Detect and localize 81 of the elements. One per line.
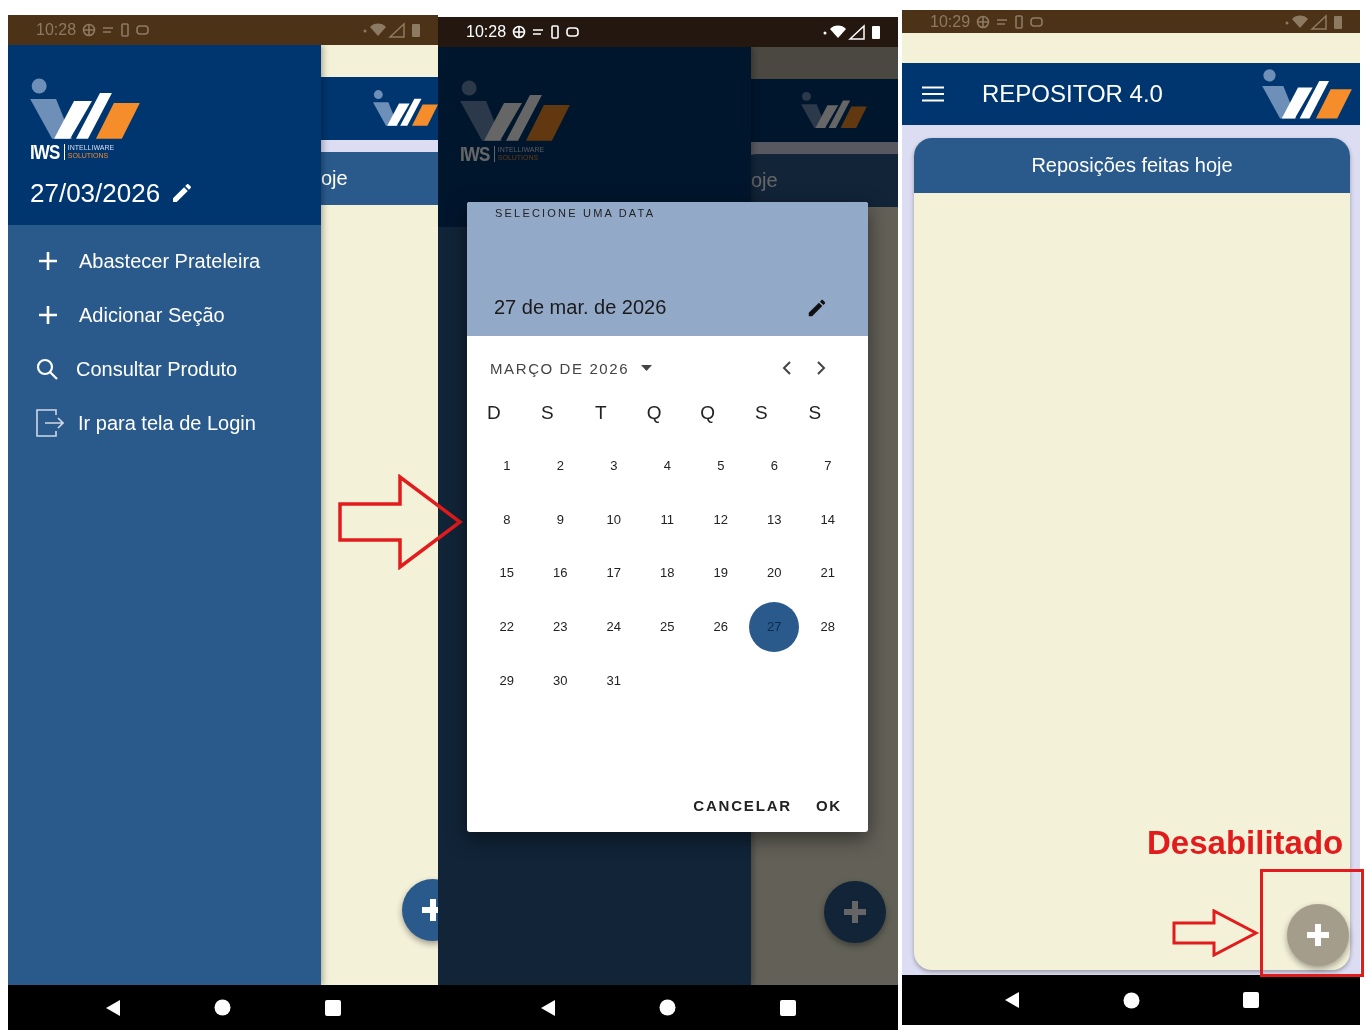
calendar-day[interactable]: 23 xyxy=(535,601,586,652)
logo-mark-icon xyxy=(30,77,140,141)
calendar-day[interactable]: 9 xyxy=(535,494,586,545)
weekday-label: S xyxy=(807,402,823,424)
chevron-right-icon[interactable] xyxy=(816,361,826,375)
calendar-day[interactable]: 26 xyxy=(695,601,746,652)
logo-mark-icon xyxy=(373,89,438,128)
status-time: 10:28 xyxy=(466,23,507,41)
logout-icon xyxy=(36,409,64,437)
plus-icon xyxy=(39,306,57,324)
menu-item[interactable]: Ir para tela de Login xyxy=(8,396,321,450)
recents-button[interactable] xyxy=(325,999,342,1016)
calendar-day[interactable]: 1 xyxy=(481,440,532,491)
dialog-title: SELECIONE UMA DATA xyxy=(495,207,657,219)
brand-name: IWS xyxy=(30,140,60,164)
calendar-day[interactable]: 19 xyxy=(695,548,746,598)
home-button[interactable] xyxy=(1122,991,1140,1009)
calendar-day[interactable]: 12 xyxy=(695,494,746,545)
chevron-left-icon[interactable] xyxy=(782,361,792,375)
plus-icon xyxy=(39,252,57,270)
calendar-day[interactable]: 2 xyxy=(535,440,586,491)
weekday-label: Q xyxy=(699,402,717,424)
annotation-label: Desabilitado xyxy=(1147,824,1344,862)
dialog-button[interactable]: OK xyxy=(807,789,850,822)
recents-button[interactable] xyxy=(1242,992,1259,1008)
calendar-day[interactable]: 7 xyxy=(802,440,853,491)
calendar-day[interactable]: 15 xyxy=(481,548,532,598)
menu-item[interactable]: Adicionar Seção xyxy=(8,288,321,342)
calendar-day[interactable]: 20 xyxy=(749,548,800,598)
caret-icon[interactable] xyxy=(641,364,654,372)
calendar-day[interactable]: 25 xyxy=(642,601,693,652)
calendar-day[interactable]: 17 xyxy=(588,548,639,598)
recents-button[interactable] xyxy=(780,999,797,1016)
weekday-label: T xyxy=(593,402,608,424)
calendar-day[interactable]: 29 xyxy=(481,655,532,706)
calendar-day[interactable]: 30 xyxy=(535,655,586,706)
brand-name: IWS xyxy=(460,142,490,166)
calendar-day[interactable]: 21 xyxy=(802,548,853,598)
weekday-label: Q xyxy=(645,402,663,424)
calendar-day[interactable]: 10 xyxy=(588,494,639,545)
calendar-day[interactable]: 16 xyxy=(535,548,586,598)
menu-button[interactable] xyxy=(922,86,944,102)
menu-item[interactable]: Abastecer Prateleira xyxy=(8,234,321,288)
selected-date: 27/03/2026 xyxy=(30,177,161,209)
calendar-day[interactable]: 3 xyxy=(588,440,639,491)
card-title: Reposições feitas hoje xyxy=(1031,154,1233,177)
plus-icon xyxy=(842,899,868,925)
calendar-day[interactable]: 14 xyxy=(802,494,853,545)
home-button[interactable] xyxy=(659,999,677,1016)
logo-mark-icon xyxy=(1262,67,1352,121)
back-button[interactable] xyxy=(539,998,556,1017)
logo-mark-icon xyxy=(460,79,570,143)
calendar-day[interactable]: 8 xyxy=(481,494,532,545)
calendar-day[interactable]: 4 xyxy=(642,440,693,491)
weekday-label: D xyxy=(485,402,502,424)
selected-date: 27 de mar. de 2026 xyxy=(494,296,667,319)
calendar-day[interactable]: 22 xyxy=(481,601,532,652)
app-title: REPOSITOR 4.0 xyxy=(982,80,1164,108)
home-button[interactable] xyxy=(214,999,232,1016)
weekday-label: S xyxy=(539,402,555,424)
logo-mark-icon xyxy=(801,91,867,130)
dialog-button[interactable]: CANCELAR xyxy=(685,789,800,822)
status-time: 10:29 xyxy=(930,12,971,31)
status-time: 10:28 xyxy=(36,21,77,39)
back-button[interactable] xyxy=(1003,991,1020,1009)
plus-icon xyxy=(1305,922,1331,948)
calendar-day[interactable]: 28 xyxy=(802,601,853,652)
calendar-day[interactable]: 5 xyxy=(695,440,746,491)
calendar-day[interactable]: 13 xyxy=(749,494,800,545)
month-selector[interactable]: MARÇO DE 2026 xyxy=(490,359,630,377)
calendar-day[interactable]: 18 xyxy=(642,548,693,598)
calendar-day[interactable]: 31 xyxy=(588,655,639,706)
calendar-day[interactable]: 6 xyxy=(749,440,800,491)
card-title: oje xyxy=(321,167,348,190)
back-button[interactable] xyxy=(104,998,121,1017)
search-icon xyxy=(36,358,58,380)
calendar-day[interactable]: 11 xyxy=(642,494,693,545)
card-title: oje xyxy=(751,169,778,192)
menu-item[interactable]: Consultar Produto xyxy=(8,342,321,396)
calendar-day[interactable]: 24 xyxy=(588,601,639,652)
weekday-label: S xyxy=(753,402,769,424)
